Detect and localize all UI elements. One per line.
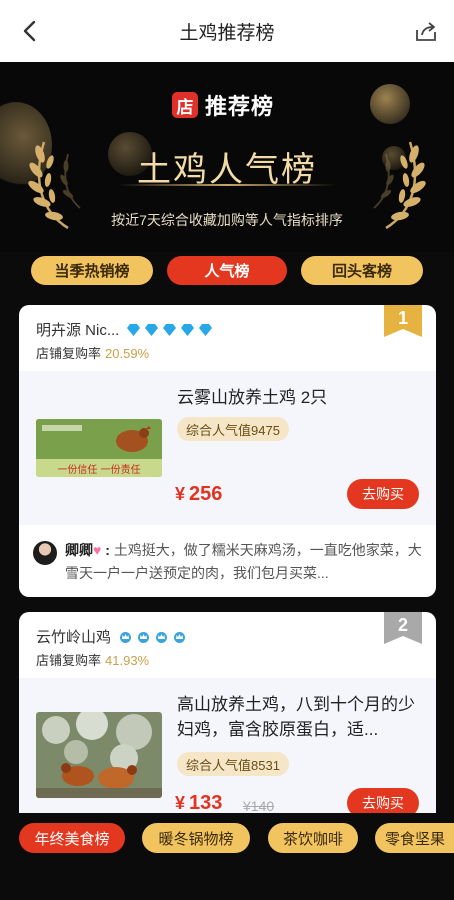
rank-number: 2 [397, 615, 408, 635]
crown-icon [174, 631, 186, 643]
chevron-left-icon[interactable] [18, 18, 44, 44]
repurchase-label: 店铺复购率 [36, 653, 102, 668]
shop-level-diamonds [123, 323, 213, 336]
image-caption: 一份信任 一份责任 [57, 463, 140, 476]
repurchase-value: 41.93% [105, 653, 150, 668]
buy-button[interactable]: 去购买 [347, 479, 419, 509]
shop-name-text: 云竹岭山鸡 [36, 629, 112, 646]
share-icon[interactable] [414, 20, 438, 42]
brand-logo: 店 推荐榜 [172, 90, 274, 120]
product-card[interactable]: 明卉源 Nic... 店铺复购率 20.59% 1 一份信任 一份责任 云雾山放… [19, 305, 436, 597]
diamond-icon [127, 323, 141, 336]
ranking-subtitle: 按近7天综合收藏加购等人气指标排序 [111, 212, 343, 228]
chicken-image: 一份信任 一份责任 [36, 419, 162, 477]
crown-icon [138, 631, 150, 643]
product-area[interactable]: 高山放养土鸡，八到十个月的少妇鸡，富含胶原蛋白，适... 综合人气值8531 ¥… [19, 678, 436, 822]
ranking-tabs: 当季热销榜 人气榜 回头客榜 [0, 256, 454, 286]
product-image[interactable] [36, 712, 162, 798]
brand-text: 推荐榜 [205, 94, 275, 119]
tab-seasonal-hot[interactable]: 当季热销榜 [31, 256, 153, 285]
review-body: 土鸡挺大，做了糯米天麻鸡汤，一直吃他家菜，大雪天一户一户送预定的肉，我们包月买菜… [65, 542, 422, 581]
crown-icon [156, 631, 168, 643]
tab-snacks-nuts[interactable]: 零食坚果 [375, 823, 454, 853]
tab-yearend-food[interactable]: 年终美食榜 [19, 823, 125, 853]
product-price: ¥256 [175, 483, 222, 506]
diamond-icon [145, 323, 159, 336]
original-price: ¥140 [243, 798, 275, 814]
repurchase-label: 店铺复购率 [36, 346, 102, 361]
rank-badge: 2 [384, 612, 422, 644]
currency-symbol: ¥ [175, 484, 186, 504]
product-image[interactable]: 一份信任 一份责任 [36, 419, 162, 477]
title-divider [118, 184, 336, 186]
repurchase-rate: 店铺复购率 20.59% [36, 343, 149, 362]
tab-tea-coffee[interactable]: 茶饮咖啡 [268, 823, 358, 853]
tab-popularity[interactable]: 人气榜 [167, 256, 287, 285]
top-nav-bar: 土鸡推荐榜 [0, 0, 454, 62]
colon-separator: : [101, 542, 114, 558]
price-value: 133 [189, 792, 223, 814]
tab-winter-hotpot[interactable]: 暖冬锅物榜 [142, 823, 250, 853]
product-title[interactable]: 高山放养土鸡，八到十个月的少妇鸡，富含胶原蛋白，适... [177, 692, 423, 742]
popularity-badge: 综合人气值8531 [177, 752, 289, 776]
price-value: 256 [189, 483, 223, 505]
review-text: 卿卿♥ : 土鸡挺大，做了糯米天麻鸡汤，一直吃他家菜，大雪天一户一户送预定的肉，… [65, 539, 425, 585]
diamond-icon [181, 323, 195, 336]
category-tab-bar: 年终美食榜 暖冬锅物榜 茶饮咖啡 零食坚果 [0, 813, 454, 865]
product-title[interactable]: 云雾山放养土鸡 2只 [177, 385, 423, 410]
diamond-icon [163, 323, 177, 336]
crown-icon [120, 631, 132, 643]
shop-name-text: 明卉源 Nic... [36, 322, 120, 339]
diamond-icon [199, 323, 213, 336]
shop-name[interactable]: 云竹岭山鸡 [36, 626, 187, 647]
product-card[interactable]: 云竹岭山鸡 店铺复购率 41.93% 2 高山放养土鸡，八到十个月的少妇鸡，富含… [19, 612, 436, 822]
rank-number: 1 [397, 308, 408, 328]
rank-badge: 1 [384, 305, 422, 337]
chickens-image [36, 712, 162, 798]
decorative-orb [370, 84, 410, 124]
product-area[interactable]: 一份信任 一份责任 云雾山放养土鸡 2只 综合人气值9475 ¥256 去购买 [19, 371, 436, 525]
product-price: ¥133 [175, 792, 222, 815]
avatar [33, 541, 57, 565]
repurchase-rate: 店铺复购率 41.93% [36, 650, 149, 669]
shop-icon: 店 [172, 92, 198, 118]
page-title: 土鸡推荐榜 [179, 22, 275, 44]
reviewer-name: 卿卿 [65, 542, 93, 558]
currency-symbol: ¥ [175, 793, 186, 813]
shop-name[interactable]: 明卉源 Nic... [36, 319, 213, 340]
repurchase-value: 20.59% [105, 346, 150, 361]
shop-level-crowns [115, 631, 187, 643]
hero-banner: 店 推荐榜 土鸡人气榜 按近7天综合收藏加购等人气指标排序 [0, 62, 454, 252]
popularity-badge: 综合人气值9475 [177, 417, 289, 441]
tab-repeat-customers[interactable]: 回头客榜 [301, 256, 423, 285]
